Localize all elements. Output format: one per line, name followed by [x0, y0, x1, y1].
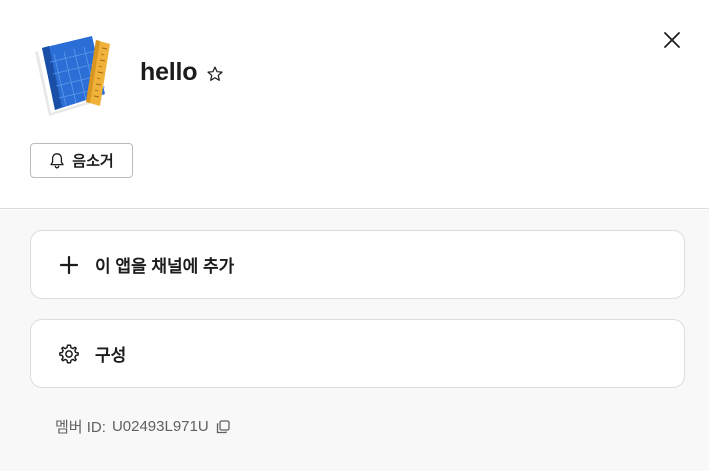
app-avatar: [30, 34, 118, 118]
add-to-channel-label: 이 앱을 채널에 추가: [95, 257, 235, 276]
add-to-channel-button[interactable]: 이 앱을 채널에 추가: [30, 230, 685, 299]
member-id-row: 멤버 ID: U02493L971U: [55, 416, 231, 437]
member-id-label: 멤버 ID:: [55, 419, 106, 436]
bell-icon: [50, 153, 64, 169]
gear-icon: [58, 343, 80, 365]
member-id-value: U02493L971U: [111, 418, 209, 435]
close-icon: [664, 32, 680, 48]
copy-member-id-button[interactable]: [215, 419, 231, 435]
app-name: hello: [140, 58, 198, 86]
close-button[interactable]: [658, 26, 686, 54]
star-icon: [207, 66, 223, 81]
app-title-row: hello: [140, 58, 225, 87]
star-button[interactable]: [205, 64, 225, 84]
copy-icon: [216, 419, 230, 433]
configure-label: 구성: [95, 346, 127, 365]
configure-button[interactable]: 구성: [30, 319, 685, 388]
mute-button[interactable]: 음소거: [30, 143, 133, 178]
profile-header: hello 음소거: [0, 0, 709, 209]
mute-button-label: 음소거: [72, 153, 114, 170]
plus-icon: [58, 254, 80, 276]
blueprint-book-icon: [35, 36, 110, 116]
